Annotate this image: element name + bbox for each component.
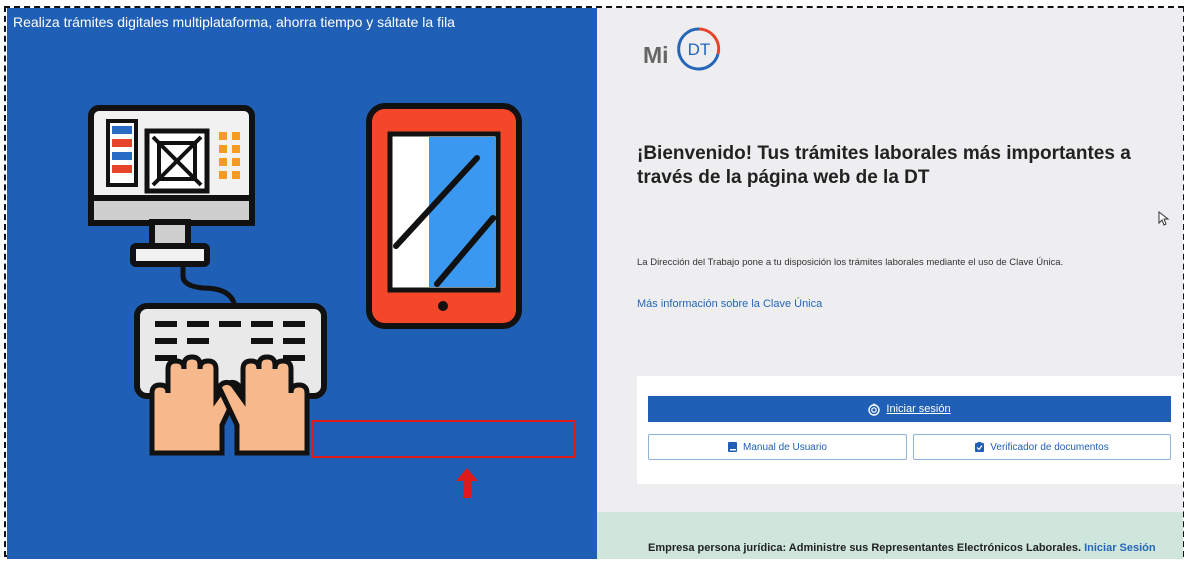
company-banner-message: Empresa persona jurídica: Administre sus… (648, 542, 1082, 554)
login-card: Iniciar sesión Manual de Usuario Verific… (637, 376, 1183, 484)
company-banner-text: Empresa persona jurídica: Administre sus… (648, 542, 1156, 554)
desktop-computer-icon (88, 105, 255, 309)
more-info-link[interactable]: Más información sobre la Clave Única (637, 298, 822, 310)
logo-mi-text: Mi (643, 42, 669, 68)
description-text: La Dirección del Trabajo pone a tu dispo… (637, 257, 1064, 268)
document-verifier-button[interactable]: Verificador de documentos (913, 434, 1171, 460)
clipboard-check-icon (975, 442, 985, 452)
login-button[interactable]: Iniciar sesión (648, 396, 1171, 422)
fingerprint-icon (868, 403, 881, 416)
welcome-title: ¡Bienvenido! Tus trámites laborales más … (637, 143, 1131, 188)
keyboard-hands-icon (134, 303, 327, 456)
tablet-icon (366, 103, 522, 329)
book-icon (728, 442, 738, 452)
mouse-cursor-icon (1158, 211, 1170, 226)
logo-dt-text: DT (688, 40, 711, 59)
user-manual-label: Manual de Usuario (743, 441, 827, 453)
document-verifier-label: Verificador de documentos (990, 441, 1109, 453)
user-manual-button[interactable]: Manual de Usuario (648, 434, 907, 460)
verifier-highlight-box (312, 420, 576, 458)
illustration (88, 103, 522, 456)
company-login-link[interactable]: Iniciar Sesión (1084, 542, 1156, 554)
company-banner: Empresa persona jurídica: Administre sus… (597, 512, 1183, 559)
login-button-label: Iniciar sesión (886, 403, 951, 415)
login-panel: Mi DT ¡Bienvenido! Tus trámites laborale… (597, 8, 1183, 559)
logo-dt-icon: DT (677, 27, 721, 71)
red-arrow-up-icon (456, 468, 478, 498)
promo-panel: Realiza trámites digitales multiplatafor… (7, 8, 597, 559)
